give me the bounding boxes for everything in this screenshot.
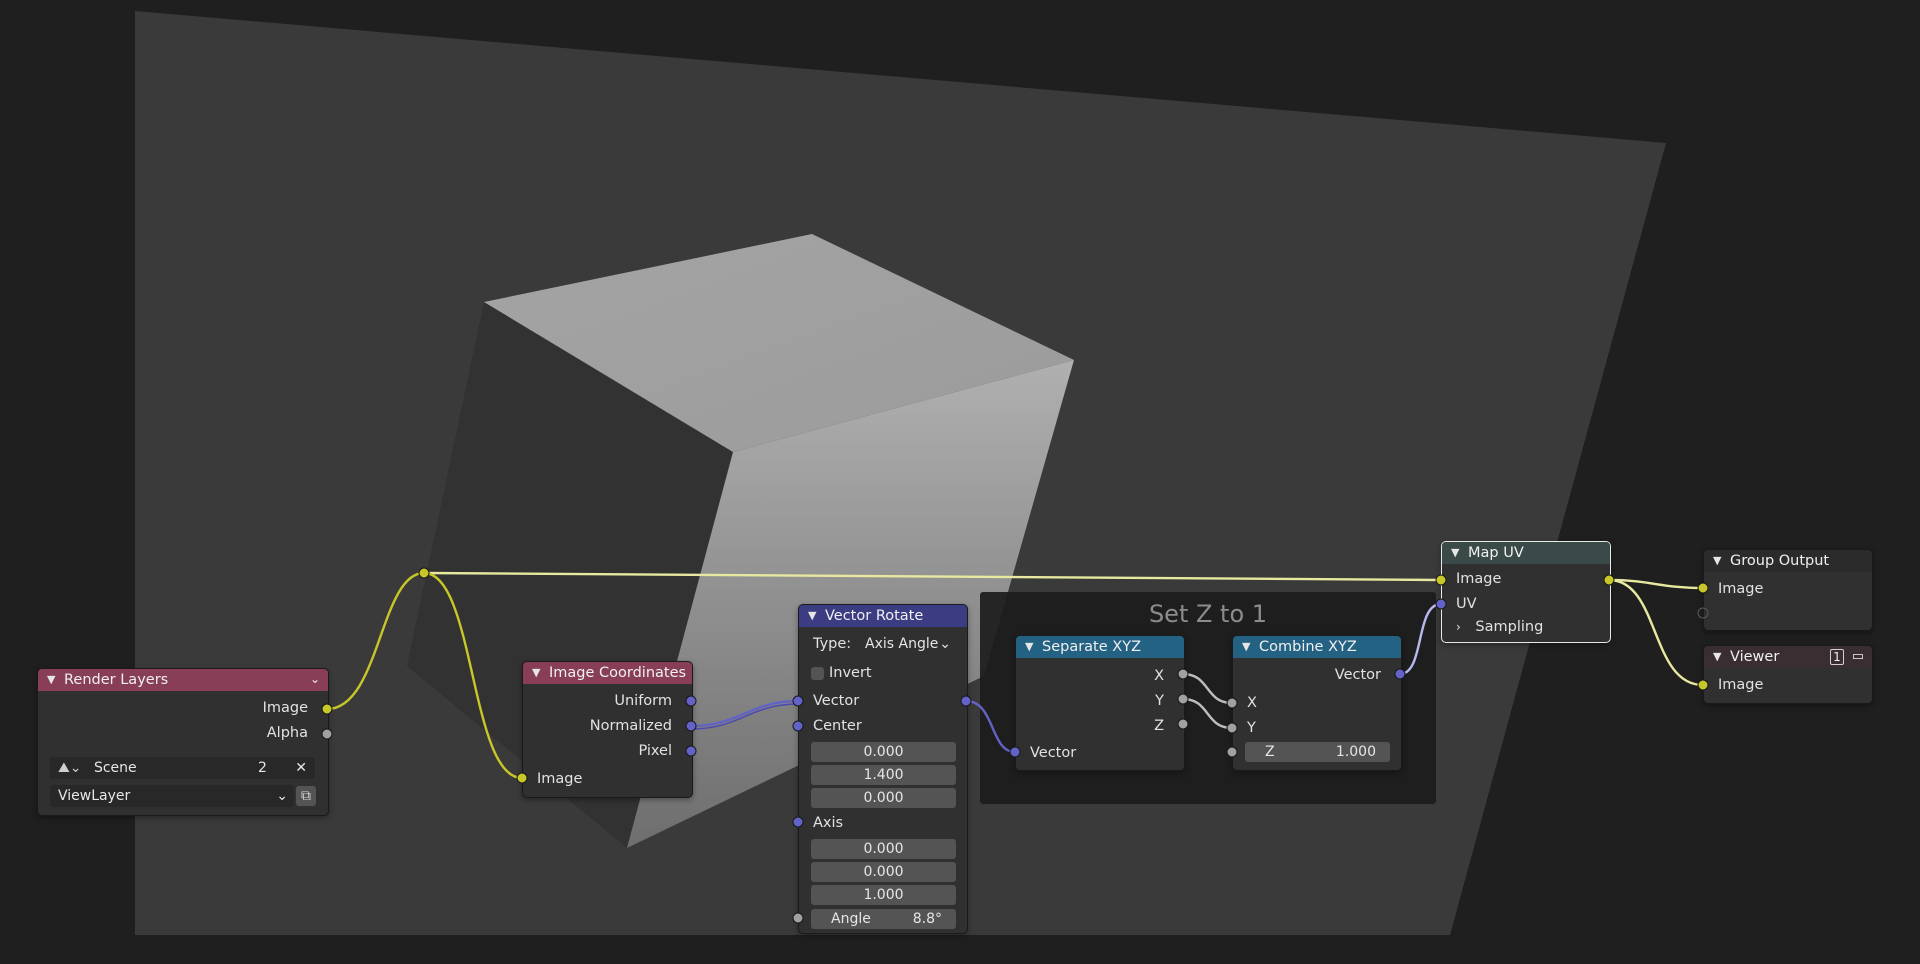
output-uniform-label: Uniform <box>614 693 672 709</box>
axis-z-field[interactable]: 1.000 <box>811 885 956 905</box>
scene-name[interactable]: Scene <box>94 760 137 776</box>
invert-label: Invert <box>829 665 872 681</box>
node-separate-xyz[interactable]: ▼ Separate XYZ X Y Z Vector <box>1015 635 1185 771</box>
render-layer-scene-icon[interactable]: ⛰⌄ <box>58 760 82 776</box>
input-center-label: Center <box>813 718 862 734</box>
node-title: Combine XYZ <box>1259 639 1357 655</box>
frame-label: Set Z to 1 <box>1148 600 1268 628</box>
node-vector-rotate[interactable]: ▼ Vector Rotate Type: Axis Angle ⌄ Inver… <box>798 604 968 934</box>
chevron-down-icon[interactable]: ▼ <box>532 662 540 684</box>
chevron-down-icon[interactable]: ▼ <box>1025 636 1033 658</box>
node-header[interactable]: ▼ Vector Rotate <box>799 605 967 627</box>
node-title: Map UV <box>1468 545 1524 561</box>
node-combine-xyz[interactable]: ▼ Combine XYZ Vector X Y Z 1.000 <box>1232 635 1402 771</box>
output-x-label: X <box>1154 668 1164 684</box>
axis-y-field[interactable]: 0.000 <box>811 862 956 882</box>
node-header[interactable]: ▼ Map UV <box>1442 542 1610 564</box>
output-pixel-label: Pixel <box>638 743 672 759</box>
input-x-label: X <box>1247 695 1257 711</box>
output-y-label: Y <box>1155 693 1164 709</box>
chevron-down-icon[interactable]: ⌄ <box>276 785 288 807</box>
type-value[interactable]: Axis Angle <box>865 636 938 652</box>
node-render-layers[interactable]: ▼ Render Layers ⌄ Image Alpha ⛰⌄ Scene 2… <box>37 668 329 816</box>
output-normalized-label: Normalized <box>589 718 672 734</box>
node-header[interactable]: ▼ Separate XYZ <box>1016 636 1184 658</box>
view-layer-selector[interactable]: ViewLayer ⌄ <box>50 785 294 807</box>
chevron-down-icon[interactable]: ▼ <box>1713 646 1721 668</box>
invert-checkbox[interactable] <box>811 667 824 680</box>
center-y-field[interactable]: 1.400 <box>811 765 956 785</box>
view-layer-name[interactable]: ViewLayer <box>58 788 130 804</box>
render-icon[interactable]: ⧉ <box>296 786 316 806</box>
chevron-down-icon[interactable]: ▼ <box>1451 542 1459 564</box>
node-title: Vector Rotate <box>825 608 924 624</box>
center-x-field[interactable]: 0.000 <box>811 742 956 762</box>
axis-x-field[interactable]: 0.000 <box>811 839 956 859</box>
input-vector-label: Vector <box>813 693 860 709</box>
node-header[interactable]: ▼ Viewer 1 ▭ <box>1704 646 1872 668</box>
chevron-down-icon[interactable]: ⌄ <box>310 668 320 690</box>
angle-label: Angle <box>831 911 871 927</box>
chevron-down-icon[interactable]: ▼ <box>808 605 816 627</box>
node-group-output[interactable]: ▼ Group Output Image <box>1703 549 1873 631</box>
node-image-coordinates[interactable]: ▼ Image Coordinates Uniform Normalized P… <box>522 661 693 798</box>
node-title: Separate XYZ <box>1042 639 1142 655</box>
angle-field[interactable]: Angle 8.8° <box>811 909 956 929</box>
output-vector-label: Vector <box>1334 667 1381 683</box>
close-icon[interactable]: ✕ <box>295 757 307 779</box>
output-image-label: Image <box>262 700 308 716</box>
scene-selector[interactable]: ⛰⌄ Scene 2 ✕ <box>50 757 315 779</box>
input-image-label: Image <box>537 771 583 787</box>
z-label: Z <box>1265 744 1275 760</box>
input-uv-label: UV <box>1456 596 1477 612</box>
node-header[interactable]: ▼ Group Output <box>1704 550 1872 572</box>
type-label: Type: <box>813 636 852 652</box>
chevron-down-icon[interactable]: ⌄ <box>939 634 951 654</box>
input-vector-label: Vector <box>1030 745 1077 761</box>
input-y-label: Y <box>1247 720 1256 736</box>
input-image-label: Image <box>1718 677 1764 693</box>
chevron-right-icon[interactable]: › <box>1456 620 1461 634</box>
angle-value[interactable]: 8.8° <box>913 909 942 929</box>
z-field[interactable]: Z 1.000 <box>1245 742 1390 762</box>
z-value[interactable]: 1.000 <box>1336 742 1376 762</box>
output-z-label: Z <box>1154 718 1164 734</box>
output-alpha-label: Alpha <box>266 725 308 741</box>
sampling-panel[interactable]: › Sampling <box>1456 616 1543 638</box>
input-image-label: Image <box>1718 581 1764 597</box>
scene-user-count: 2 <box>258 760 267 776</box>
input-axis-label: Axis <box>813 815 844 831</box>
node-viewer[interactable]: ▼ Viewer 1 ▭ Image <box>1703 645 1873 704</box>
chevron-down-icon[interactable]: ▼ <box>1713 550 1721 572</box>
viewer-display-icon[interactable]: ▭ <box>1852 646 1864 668</box>
type-dropdown[interactable]: Axis Angle ⌄ <box>857 634 955 654</box>
chevron-down-icon[interactable]: ▼ <box>47 669 55 691</box>
node-header[interactable]: ▼ Combine XYZ <box>1233 636 1401 658</box>
node-title: Render Layers <box>64 672 169 688</box>
viewer-badge[interactable]: 1 <box>1830 649 1844 665</box>
node-title: Group Output <box>1730 553 1830 569</box>
center-z-field[interactable]: 0.000 <box>811 788 956 808</box>
input-image-label: Image <box>1456 571 1502 587</box>
sampling-label[interactable]: Sampling <box>1475 619 1543 635</box>
node-header[interactable]: ▼ Render Layers ⌄ <box>38 669 328 691</box>
node-header[interactable]: ▼ Image Coordinates <box>523 662 692 684</box>
chevron-down-icon[interactable]: ▼ <box>1242 636 1250 658</box>
node-map-uv[interactable]: ▼ Map UV Image UV › Sampling <box>1441 541 1611 643</box>
node-title: Viewer <box>1730 649 1780 665</box>
node-title: Image Coordinates <box>549 665 687 681</box>
